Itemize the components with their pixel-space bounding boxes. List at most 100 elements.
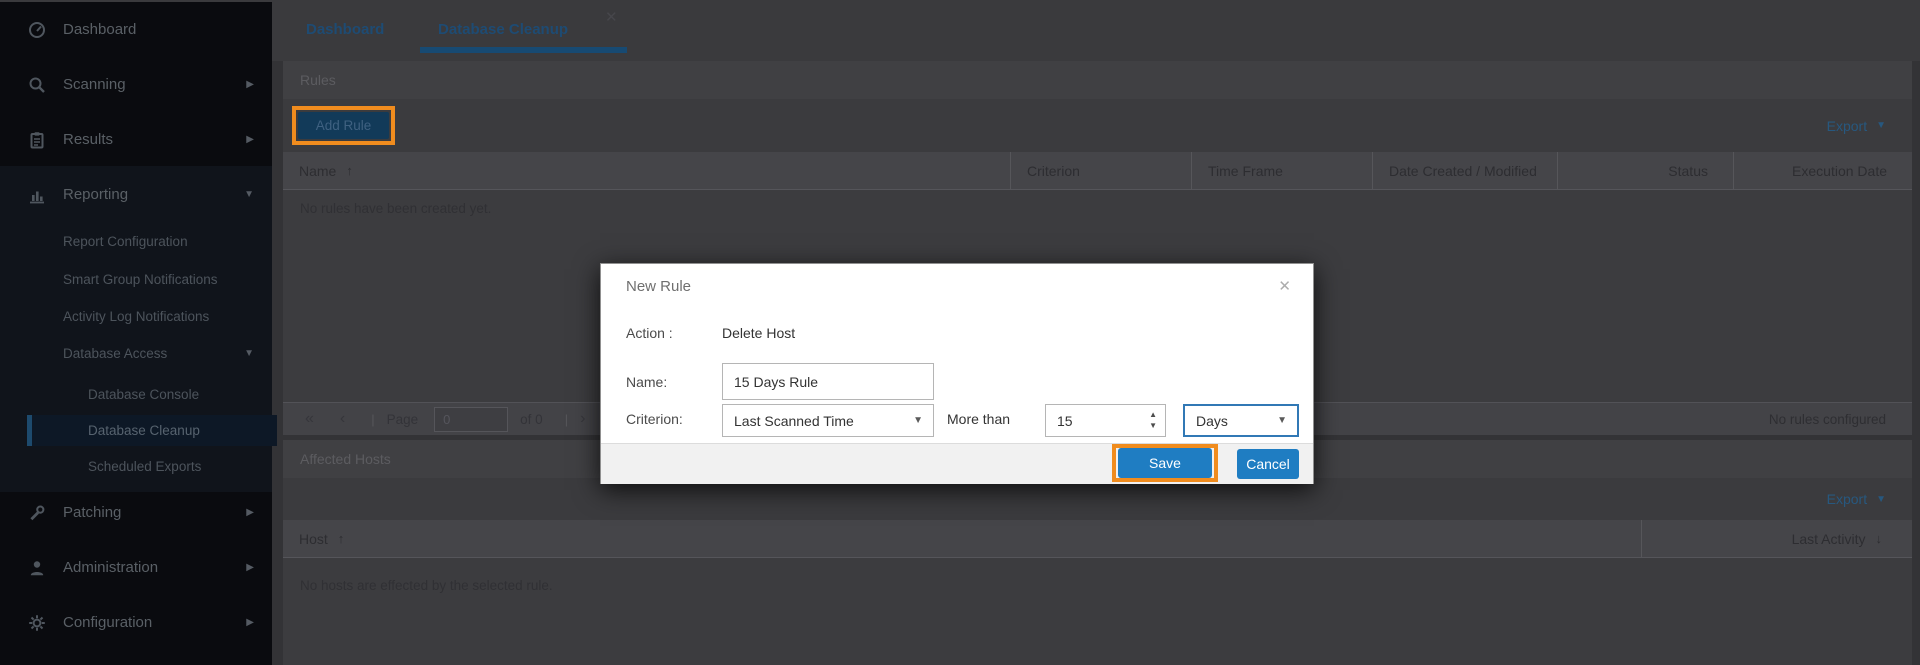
chevron-right-icon: ▶ [246,562,254,573]
chevron-down-icon: ▼ [244,189,254,200]
pager-next-icon[interactable]: › [580,411,585,427]
sidebar-item-label: Database Access [63,346,167,361]
cancel-button[interactable]: Cancel [1237,449,1299,479]
column-header-last-activity[interactable]: Last Activity ↓ [1641,520,1912,557]
pager-page-label: Page [387,412,419,427]
column-header-time-frame[interactable]: Time Frame [1191,152,1372,189]
sidebar-item-configuration[interactable]: Configuration ▶ [0,607,272,638]
column-header-status[interactable]: Status [1557,152,1733,189]
sidebar-item-label: Administration [63,559,158,576]
sort-asc-icon: ↑ [338,531,345,546]
sidebar-item-reporting[interactable]: Reporting ▼ [0,179,272,210]
rule-name-input[interactable] [722,363,934,400]
criterion-select[interactable]: Last Scanned Time ▼ [722,404,934,437]
pager-first-icon[interactable]: « [305,411,314,427]
comparison-text: More than [947,411,1010,427]
chevron-right-icon: ▶ [246,134,254,145]
amount-spinner-field[interactable]: 15 ▲ ▼ [1045,404,1166,437]
user-icon [28,559,46,577]
gauge-icon [28,21,46,39]
sidebar-item-scheduled-exports[interactable]: Scheduled Exports [0,451,272,482]
caret-down-icon: ▼ [1876,494,1886,505]
dialog-close-icon[interactable]: ✕ [1278,277,1291,295]
sidebar-item-label: Scheduled Exports [88,459,201,474]
sidebar-item-scanning[interactable]: Scanning ▶ [0,69,272,100]
rules-empty-message: No rules have been created yet. [300,201,491,216]
save-button[interactable]: Save [1118,448,1212,478]
hosts-export-link[interactable]: Export ▼ [1827,491,1886,507]
active-tab-underline [420,47,627,53]
search-icon [28,76,46,94]
sort-desc-icon: ↓ [1876,531,1883,546]
sidebar-item-label: Results [63,131,113,148]
tab-bar: Dashboard Database Cleanup ✕ [272,0,1920,61]
add-rule-button[interactable]: Add Rule [298,112,389,139]
rules-section-header: Rules [283,61,1912,99]
close-tab-icon[interactable]: ✕ [605,8,618,26]
sidebar: Dashboard Scanning ▶ Results ▶ Reporting… [0,0,272,665]
sidebar-item-patching[interactable]: Patching ▶ [0,497,272,528]
sidebar-item-database-console[interactable]: Database Console [0,379,272,410]
column-header-name[interactable]: Name ↑ [283,152,1010,189]
caret-down-icon: ▼ [1277,415,1287,426]
spinner-up-icon[interactable]: ▲ [1149,409,1157,420]
app-window: Dashboard Scanning ▶ Results ▶ Reporting… [0,0,1920,665]
sidebar-item-administration[interactable]: Administration ▶ [0,552,272,583]
chevron-down-icon: ▼ [244,348,254,359]
chevron-right-icon: ▶ [246,617,254,628]
sidebar-item-label: Smart Group Notifications [63,272,218,287]
rules-section-title: Rules [300,72,336,88]
sidebar-item-results[interactable]: Results ▶ [0,124,272,155]
hosts-empty-message: No hosts are effected by the selected ru… [300,578,553,593]
pager-prev-icon[interactable]: ‹ [340,411,345,427]
sidebar-item-label: Report Configuration [63,234,188,249]
column-header-execution-date[interactable]: Execution Date [1733,152,1912,189]
sidebar-item-database-access[interactable]: Database Access ▼ [0,338,272,369]
column-header-host[interactable]: Host ↑ [283,520,1641,557]
hosts-grid-header: Host ↑ Last Activity ↓ [283,520,1912,558]
gear-icon [28,614,46,632]
sidebar-item-label: Reporting [63,186,128,203]
sort-asc-icon: ↑ [346,163,353,178]
sidebar-item-report-configuration[interactable]: Report Configuration [0,226,272,257]
pager-page-input[interactable] [434,407,508,432]
sidebar-item-database-cleanup[interactable]: Database Cleanup [27,415,277,446]
tab-database-cleanup[interactable]: Database Cleanup [420,14,627,44]
sidebar-item-label: Scanning [63,76,126,93]
sidebar-item-smart-group-notifications[interactable]: Smart Group Notifications [0,264,272,295]
bar-chart-icon [28,186,46,204]
caret-down-icon: ▼ [1876,120,1886,131]
pager-status-text: No rules configured [1769,412,1912,427]
spinner-down-icon[interactable]: ▼ [1149,420,1157,431]
dialog-title: New Rule [626,278,691,295]
action-value: Delete Host [722,325,795,341]
sidebar-item-label: Database Console [88,387,199,402]
affected-hosts-title: Affected Hosts [300,451,391,467]
name-label: Name: [626,374,667,390]
pager-of-label: of 0 [520,412,543,427]
rules-toolbar: Add Rule Export ▼ [283,99,1912,152]
sidebar-item-label: Patching [63,504,121,521]
caret-down-icon: ▼ [913,415,923,426]
chevron-right-icon: ▶ [246,507,254,518]
clipboard-icon [28,131,46,149]
hosts-grid-body: No hosts are effected by the selected ru… [283,558,1912,665]
unit-select[interactable]: Days ▼ [1183,404,1299,437]
sidebar-item-activity-log-notifications[interactable]: Activity Log Notifications [0,301,272,332]
pager-separator: | [565,412,568,427]
spinner-arrows: ▲ ▼ [1149,409,1157,431]
chevron-right-icon: ▶ [246,79,254,90]
rules-export-link[interactable]: Export ▼ [1827,118,1886,134]
column-header-date-created-modified[interactable]: Date Created / Modified [1372,152,1557,189]
sidebar-item-dashboard[interactable]: Dashboard [0,14,272,45]
action-label: Action : [626,325,673,341]
wrench-icon [28,504,46,522]
column-header-criterion[interactable]: Criterion [1010,152,1191,189]
pager-separator: | [371,412,374,427]
sidebar-item-label: Configuration [63,614,152,631]
save-highlight-box: Save [1112,444,1218,482]
tab-dashboard[interactable]: Dashboard [306,14,384,44]
rules-grid-header: Name ↑ Criterion Time Frame Date Created… [283,152,1912,190]
hosts-toolbar: Export ▼ [283,478,1912,520]
sidebar-item-label: Database Cleanup [88,423,200,438]
